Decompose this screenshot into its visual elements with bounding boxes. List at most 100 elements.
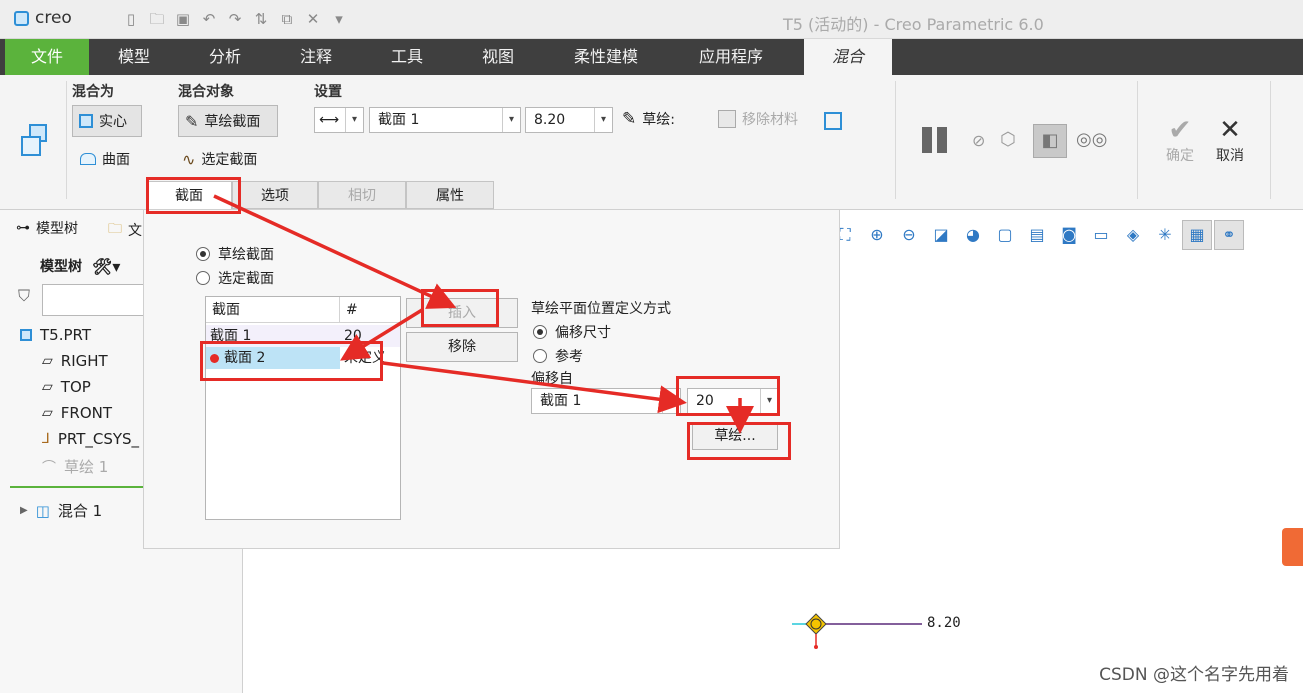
preview-geometry-icon[interactable]: ⬡ <box>1000 129 1016 150</box>
depth-value: 8.20 <box>534 112 566 128</box>
sketch-icon: ⌒ <box>42 459 56 476</box>
tab-model[interactable]: 模型 <box>95 39 173 75</box>
tree-item-csys[interactable]: ⅃ PRT_CSYS_ <box>42 430 139 448</box>
tab-tools[interactable]: 工具 <box>368 39 446 75</box>
open-folder-icon[interactable]: 🗀 <box>146 8 168 30</box>
sketch-label: 草绘: <box>642 112 675 128</box>
table-row[interactable]: 截面 1 20 <box>206 325 400 347</box>
side-widget-icon[interactable] <box>1282 528 1303 566</box>
surface-button[interactable]: 曲面 <box>80 149 130 169</box>
dimension-label[interactable]: 8.20 <box>927 615 961 631</box>
customize-dropdown-icon[interactable]: ▾ <box>328 8 350 30</box>
row-section-name: 截面 1 <box>210 328 252 344</box>
saved-views-icon[interactable]: ▢ <box>990 220 1020 250</box>
title-bar: creo ▯ 🗀 ▣ ↶ ↷ ⇅ ⧉ ✕ ▾ T5 (活动的) - Creo P… <box>0 0 1303 39</box>
selected-sections-button[interactable]: ∿ 选定截面 <box>182 149 257 169</box>
checkmark-icon: ✔ <box>1168 113 1192 146</box>
named-views-icon[interactable]: ◈ <box>1118 220 1148 250</box>
tree-item-front[interactable]: ▱ FRONT <box>42 404 112 422</box>
tree-item-label: 混合 1 <box>57 502 103 520</box>
view-manager-icon[interactable]: ▤ <box>1022 220 1052 250</box>
thicken-icon[interactable] <box>824 112 842 130</box>
section-view-icon[interactable]: ▭ <box>1086 220 1116 250</box>
perspective-icon[interactable]: ◙ <box>1054 220 1084 250</box>
radio-sketched-sections[interactable]: 草绘截面 <box>196 244 274 264</box>
tree-item-label: RIGHT <box>60 352 108 370</box>
sketch-label-group[interactable]: ✎ 草绘: <box>622 109 675 129</box>
folder-browser-tab-label: 文 <box>128 223 142 239</box>
radio-on-icon <box>533 325 547 339</box>
sketch-dimension-graphic[interactable]: 8.20 <box>790 612 980 652</box>
zoom-out-icon[interactable]: ⊖ <box>894 220 924 250</box>
remove-button[interactable]: 移除 <box>406 332 518 362</box>
graphics-toolbar: ⛶ ⊕ ⊖ ◪ ◕ ▢ ▤ ◙ ▭ ◈ ✳ ▦ ⚭ <box>830 220 1244 252</box>
regenerate-icon[interactable]: ⇅ <box>250 8 272 30</box>
tab-view[interactable]: 视图 <box>459 39 537 75</box>
tree-search-input[interactable] <box>42 284 144 316</box>
offset-value-input[interactable]: 20 ▾ <box>687 388 779 414</box>
watermark: CSDN @这个名字先用着 <box>1099 665 1289 685</box>
spin-center-icon[interactable]: ⚭ <box>1214 220 1244 250</box>
table-row[interactable]: 截面 2 未定义 <box>206 347 400 369</box>
tab-applications[interactable]: 应用程序 <box>684 39 778 75</box>
tree-item-right[interactable]: ▱ RIGHT <box>42 352 108 370</box>
section-select[interactable]: 截面 1 ▾ <box>369 107 521 133</box>
radio-label: 草绘截面 <box>218 247 274 263</box>
zoom-in-icon[interactable]: ⊕ <box>862 220 892 250</box>
offset-from-select[interactable]: 截面 1 ▾ <box>531 388 681 414</box>
datum-display-icon[interactable]: ✳ <box>1150 220 1180 250</box>
col-header-number: # <box>340 297 400 323</box>
undo-icon[interactable]: ↶ <box>198 8 220 30</box>
model-tree-tab[interactable]: ⊶ 模型树 <box>16 218 78 238</box>
radio-selected-sections[interactable]: 选定截面 <box>196 268 274 288</box>
tab-analysis[interactable]: 分析 <box>186 39 264 75</box>
tree-item-blend1[interactable]: ▶ ◫ 混合 1 <box>20 500 102 521</box>
annotation-display-icon[interactable]: ▦ <box>1182 220 1212 250</box>
insert-button[interactable]: 插入 <box>406 298 518 328</box>
tree-settings-icon[interactable]: 🛠▾ <box>92 257 120 276</box>
remove-material-toggle[interactable]: 移除材料 <box>718 109 798 129</box>
pause-icon[interactable] <box>922 127 950 155</box>
new-file-icon[interactable]: ▯ <box>120 8 142 30</box>
tree-item-sketch1[interactable]: ⌒ 草绘 1 <box>42 456 108 477</box>
tab-file[interactable]: 文件 <box>5 39 89 75</box>
tab-flexible-modeling[interactable]: 柔性建模 <box>560 39 652 75</box>
radio-off-icon <box>533 349 547 363</box>
depth-option-dropdown[interactable]: ⟷ ▾ <box>314 107 364 133</box>
cancel-button[interactable]: ✕ 取消 <box>1210 115 1250 165</box>
filter-icon[interactable]: ⛉ <box>18 286 30 306</box>
verify-glasses-icon[interactable]: ◎◎ <box>1076 129 1107 150</box>
subtab-tangency[interactable]: 相切 <box>318 181 406 209</box>
tree-item-part[interactable]: T5.PRT <box>20 326 91 344</box>
folder-browser-tab[interactable]: 🗀 文 <box>108 218 142 242</box>
subtab-properties[interactable]: 属性 <box>406 181 494 209</box>
tab-annotate[interactable]: 注释 <box>277 39 355 75</box>
confirm-button[interactable]: ✔ 确定 <box>1160 115 1200 165</box>
part-icon <box>20 329 32 341</box>
plane-definition-label: 草绘平面位置定义方式 <box>531 301 671 317</box>
tree-item-top[interactable]: ▱ TOP <box>42 378 91 396</box>
subtab-options[interactable]: 选项 <box>232 181 318 209</box>
redo-icon[interactable]: ↷ <box>224 8 246 30</box>
subtab-sections[interactable]: 截面 <box>146 181 232 209</box>
windows-icon[interactable]: ⧉ <box>276 8 298 30</box>
solid-button[interactable]: 实心 <box>72 105 142 137</box>
blind-depth-icon: ⟷ <box>319 112 340 128</box>
display-style-icon[interactable]: ◕ <box>958 220 988 250</box>
feature-preview-icon[interactable]: ◧ <box>1033 124 1067 158</box>
radio-offset-dimension[interactable]: 偏移尺寸 <box>533 322 611 342</box>
sketch-sections-button[interactable]: ✎ 草绘截面 <box>178 105 278 137</box>
folder-icon: 🗀 <box>108 221 122 237</box>
sketch-button[interactable]: 草绘... <box>692 422 778 450</box>
solid-icon <box>79 114 93 128</box>
close-window-icon[interactable]: ✕ <box>302 8 324 30</box>
expand-arrow-icon[interactable]: ▶ <box>20 505 28 516</box>
no-preview-icon[interactable]: ⊘ <box>972 131 985 150</box>
repaint-icon[interactable]: ◪ <box>926 220 956 250</box>
remove-material-label: 移除材料 <box>742 112 798 128</box>
save-icon[interactable]: ▣ <box>172 8 194 30</box>
radio-reference[interactable]: 参考 <box>533 346 583 366</box>
tab-blend[interactable]: 混合 <box>804 39 892 75</box>
depth-value-input[interactable]: 8.20 ▾ <box>525 107 613 133</box>
logo-text: creo <box>35 8 72 28</box>
